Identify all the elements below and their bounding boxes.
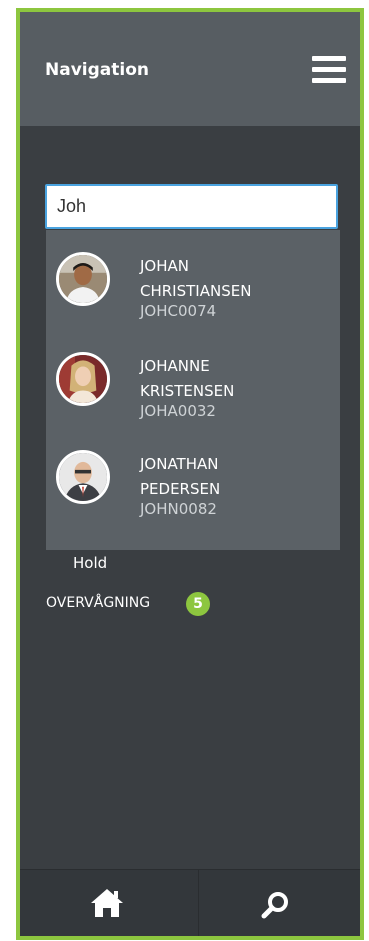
search-button[interactable] xyxy=(199,870,360,936)
search-results-dropdown: JOHAN CHRISTIANSEN JOHC0074 JOHANNE KRIS… xyxy=(46,230,340,550)
navigation-panel: Navigation JOHAN CHRISTIANSEN JOHC0074 xyxy=(16,8,364,940)
result-code: JOHC0074 xyxy=(140,302,217,320)
search-result-johanne-kristensen[interactable]: JOHANNE KRISTENSEN JOHA0032 xyxy=(46,330,340,428)
result-name: JOHAN CHRISTIANSEN xyxy=(140,257,252,300)
footer-bar xyxy=(20,869,360,936)
avatar xyxy=(56,450,110,504)
navigation-header: Navigation xyxy=(20,12,360,126)
search-icon xyxy=(261,892,288,919)
avatar xyxy=(56,252,110,306)
hamburger-menu-icon[interactable] xyxy=(312,56,346,84)
menu-item-overvaagning[interactable]: OVERVÅGNING xyxy=(46,595,150,611)
menu-item-hold[interactable]: Hold xyxy=(73,554,107,572)
search-result-johan-christiansen[interactable]: JOHAN CHRISTIANSEN JOHC0074 xyxy=(46,230,340,328)
result-code: JOHN0082 xyxy=(140,500,217,518)
search-result-jonathan-pedersen[interactable]: JONATHAN PEDERSEN JOHN0082 xyxy=(46,428,340,526)
result-code: JOHA0032 xyxy=(140,402,216,420)
search-input[interactable] xyxy=(45,184,338,229)
result-name: JONATHAN PEDERSEN xyxy=(140,455,221,498)
home-icon xyxy=(91,889,123,917)
avatar xyxy=(56,352,110,406)
home-button[interactable] xyxy=(20,870,198,936)
navigation-title: Navigation xyxy=(45,60,149,80)
result-name: JOHANNE KRISTENSEN xyxy=(140,357,235,400)
overvaagning-count-badge: 5 xyxy=(186,592,210,616)
